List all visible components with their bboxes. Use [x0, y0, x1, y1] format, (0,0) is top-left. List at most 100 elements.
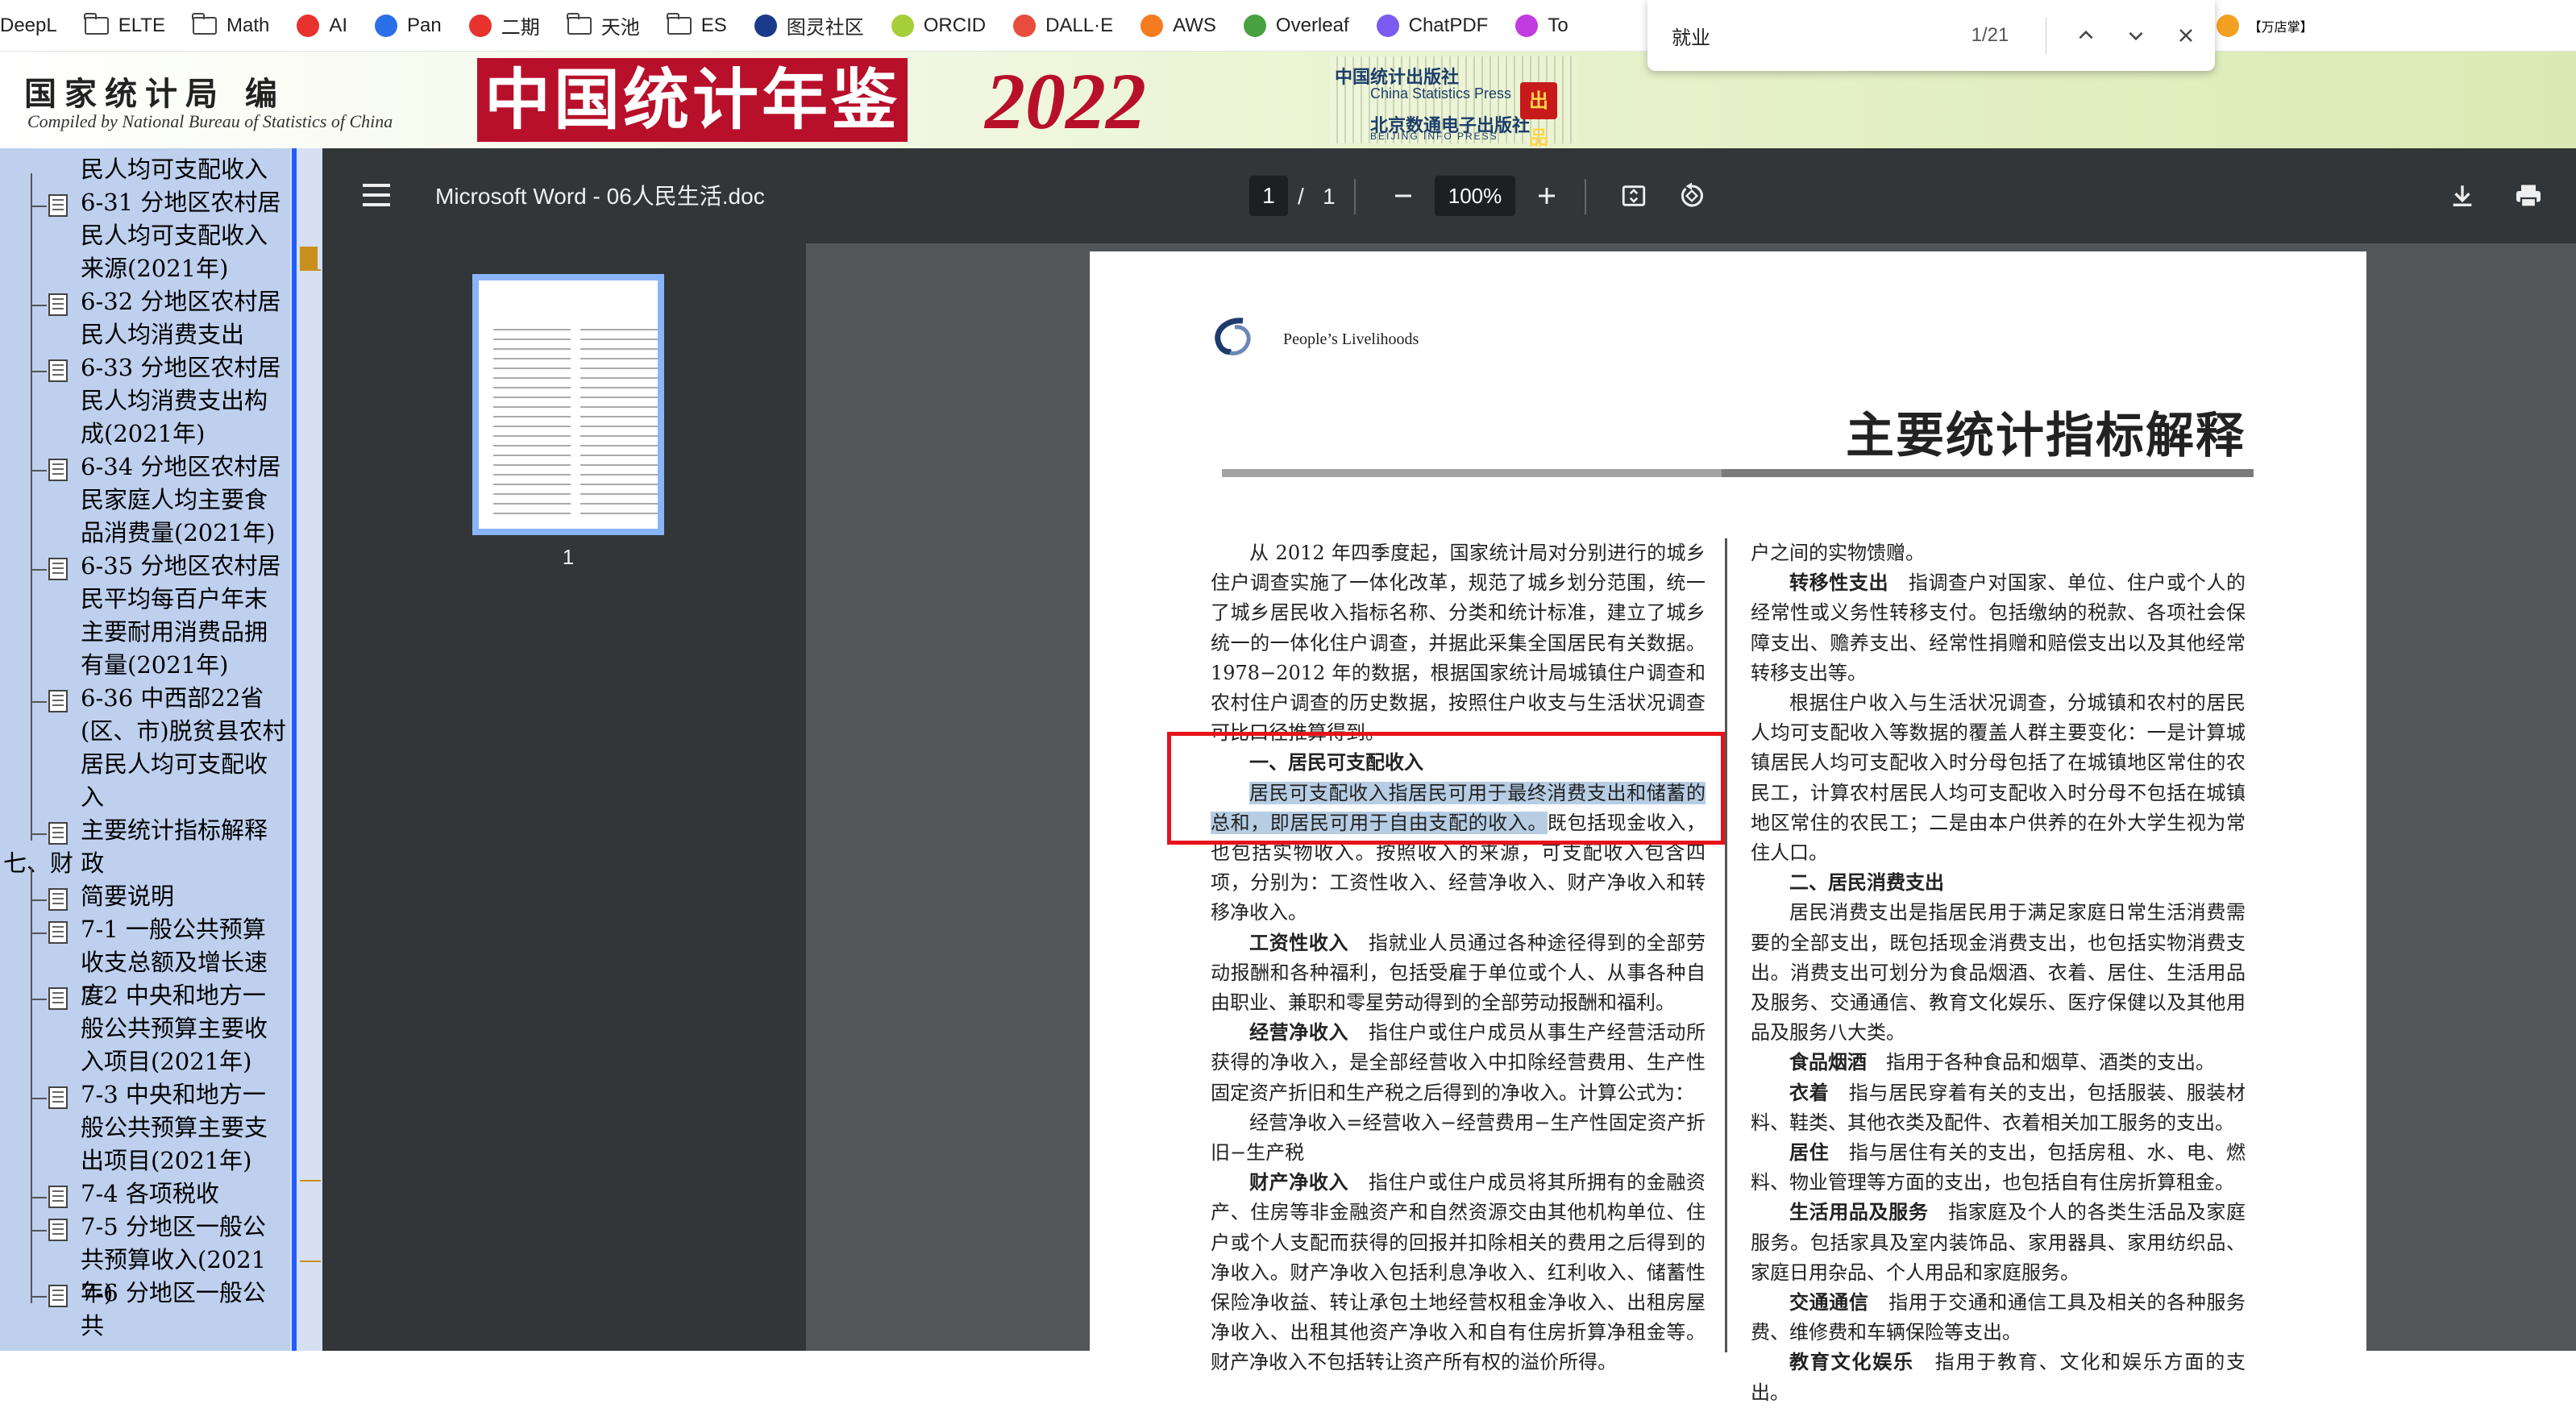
find-next-button[interactable]	[2111, 10, 2161, 60]
paragraph: 食品烟酒 指用于各种食品和烟草、酒类的支出。	[1751, 1048, 2246, 1078]
nav-scrollbar[interactable]	[290, 148, 322, 1351]
paragraph: 根据住户收入与生活状况调查，分城镇和农村的居民人均可支配收入等数据的覆盖人群主要…	[1751, 692, 2246, 865]
term: 交通通信	[1789, 1291, 1869, 1315]
bookmark-5[interactable]: 二期	[468, 0, 540, 51]
toc-item-label: 6-33 分地区农村居民人均消费支出构成(2021年)	[81, 354, 281, 447]
bookmark-11[interactable]: AWS	[1141, 0, 1216, 51]
toc-item-label: 7-2 中央和地方一般公共预算主要收入项目(2021年)	[81, 982, 268, 1075]
toc-item[interactable]: 6-34 分地区农村居民家庭人均主要食品消费量(2021年)	[0, 438, 297, 550]
document-icon	[48, 359, 68, 382]
bookmark-label: ES	[700, 14, 727, 36]
menu-icon[interactable]	[363, 184, 390, 187]
document-icon	[48, 1086, 68, 1109]
toc-item[interactable]: 6-33 分地区农村居民人均消费支出构成(2021年)	[0, 339, 297, 451]
bookmark-7[interactable]: ES	[667, 0, 727, 51]
chapter-logo-icon	[1215, 318, 1251, 355]
tree-connector	[31, 438, 47, 543]
toc-item[interactable]: 民人均可支配收入	[0, 153, 297, 186]
thumbnail-text-line	[493, 348, 571, 350]
bookmark-2[interactable]: Math	[192, 0, 269, 51]
bookmark-label: Pan	[407, 14, 442, 36]
thumbnail-text-line	[493, 377, 571, 379]
toc-item[interactable]: 7-4 各项税收	[0, 1165, 297, 1211]
download-button[interactable]	[2444, 177, 2481, 214]
bookmark-1[interactable]: ELTE	[84, 0, 165, 51]
rotate-button[interactable]	[1673, 177, 1710, 214]
heading-rule	[1222, 469, 1722, 477]
toc-item-label: 6-32 分地区农村居民人均消费支出	[81, 288, 281, 348]
find-previous-button[interactable]	[2061, 10, 2111, 60]
page-thumbnail[interactable]	[472, 274, 664, 535]
toc-item[interactable]: 7-2 中央和地方一般公共预算主要收入项目(2021年)	[0, 966, 297, 1078]
scroll-marker	[300, 269, 321, 271]
paragraph: 生活用品及服务 指家庭及个人的各类生活品及家庭服务。包括家具及室内装饰品、家用器…	[1751, 1198, 2246, 1288]
paragraph: 交通通信 指用于交通和通信工具及相关的各种服务费、维修费和车辆保险等支出。	[1751, 1288, 2246, 1348]
term: 工资性收入	[1249, 931, 1349, 954]
page-number-input[interactable]: 1	[1249, 176, 1288, 216]
toc-item-label: 7-3 中央和地方一般公共预算主要支出项目(2021年)	[81, 1081, 268, 1174]
find-match-box	[1167, 732, 1725, 845]
bookmark-6[interactable]: 天池	[567, 0, 640, 51]
print-button[interactable]	[2510, 177, 2547, 214]
zoom-level-input[interactable]: 100%	[1435, 176, 1515, 216]
fit-to-page-button[interactable]	[1615, 177, 1652, 214]
bookmark-9[interactable]: ORCID	[891, 0, 987, 51]
bookmark-0[interactable]: DeepL	[0, 0, 57, 51]
toc-item[interactable]: 6-31 分地区农村居民人均可支配收入来源(2021年)	[0, 173, 297, 285]
bookmark-3[interactable]: AI	[297, 0, 348, 51]
find-input[interactable]: 就业	[1672, 22, 1946, 50]
thumbnail-text-line	[580, 368, 658, 369]
page-count: / 1	[1298, 184, 1336, 210]
bureau-name-en: Compiled by National Bureau of Statistic…	[27, 111, 393, 131]
scroll-marker	[300, 1261, 321, 1262]
bookmark-label: ChatPDF	[1408, 14, 1489, 36]
bookmark-12[interactable]: Overleaf	[1243, 0, 1349, 51]
thumbnail-text-line	[580, 484, 658, 485]
toc-item[interactable]: 7-5 分地区一般公共预算收入(2021年)	[0, 1198, 297, 1306]
toc-item[interactable]: 7-1 一般公共预算收支总额及增长速度	[0, 900, 297, 1009]
bookmark-13[interactable]: ChatPDF	[1376, 0, 1489, 51]
heading-rule	[1722, 469, 2254, 477]
thumbnail-text-line	[580, 406, 658, 408]
thumbnail-sidebar: 1	[322, 243, 806, 1351]
page-separator: /	[1298, 184, 1304, 209]
download-icon	[2453, 185, 2472, 207]
toc-item-label: 6-31 分地区农村居民人均可支配收入来源(2021年)	[81, 189, 281, 282]
thumbnail-text-line	[580, 455, 658, 456]
toc-item[interactable]: 简要说明	[0, 867, 297, 913]
toc-section-heading[interactable]: 七、财 政	[3, 847, 132, 880]
thumbnail-text-line	[493, 493, 571, 495]
thumbnail-text-line	[493, 445, 571, 446]
toc-item[interactable]: 6-36 中西部22省(区、市)脱贫县农村居民人均可支配收入	[0, 669, 297, 814]
toc-item[interactable]: 6-35 分地区农村居民平均每百户年末主要耐用消费品拥有量(2021年)	[0, 537, 297, 682]
toc-item[interactable]: 7-6 分地区一般公共	[0, 1264, 297, 1339]
toc-item[interactable]: 6-32 分地区农村居民人均消费支出	[0, 272, 297, 351]
bookmark-14[interactable]: To	[1515, 0, 1568, 51]
document-icon	[48, 921, 68, 944]
bookmark-label: ORCID	[923, 14, 987, 36]
bookmark-label: AI	[329, 14, 348, 36]
thumbnail-text-line	[580, 426, 658, 427]
toc-item[interactable]: 主要统计指标解释	[0, 801, 297, 847]
plus-icon	[1539, 188, 1555, 204]
bookmark-8[interactable]: 图灵社区	[754, 0, 864, 51]
find-bar: 就业 1/21	[1647, 0, 2215, 71]
toc-item[interactable]: 7-3 中央和地方一般公共预算主要支出项目(2021年)	[0, 1065, 297, 1177]
thumbnail-text-line	[580, 493, 658, 495]
bookmark-r1[interactable]: 【万店掌】	[2216, 0, 2313, 52]
toc-item-label: 7-6 分地区一般公共	[81, 1279, 266, 1339]
press2-name-en: BEIJING INFO PRESS	[1370, 131, 1498, 142]
zoom-in-button[interactable]	[1528, 177, 1565, 214]
bookmark-10[interactable]: DALL·E	[1013, 0, 1113, 51]
bookmark-4[interactable]: Pan	[375, 0, 442, 51]
term: 转移性支出	[1789, 571, 1889, 595]
thumbnail-text-line	[493, 397, 571, 398]
section-heading: 二、居民消费支出	[1789, 871, 1944, 895]
scroll-marker	[300, 1180, 321, 1182]
find-close-button[interactable]	[2161, 10, 2211, 60]
scroll-thumb[interactable]	[300, 247, 318, 269]
bureau-name: 国家统计局 编	[24, 75, 285, 113]
term: 衣着	[1789, 1081, 1830, 1104]
thumbnail-text-line	[493, 339, 571, 340]
zoom-out-button[interactable]	[1385, 177, 1422, 214]
